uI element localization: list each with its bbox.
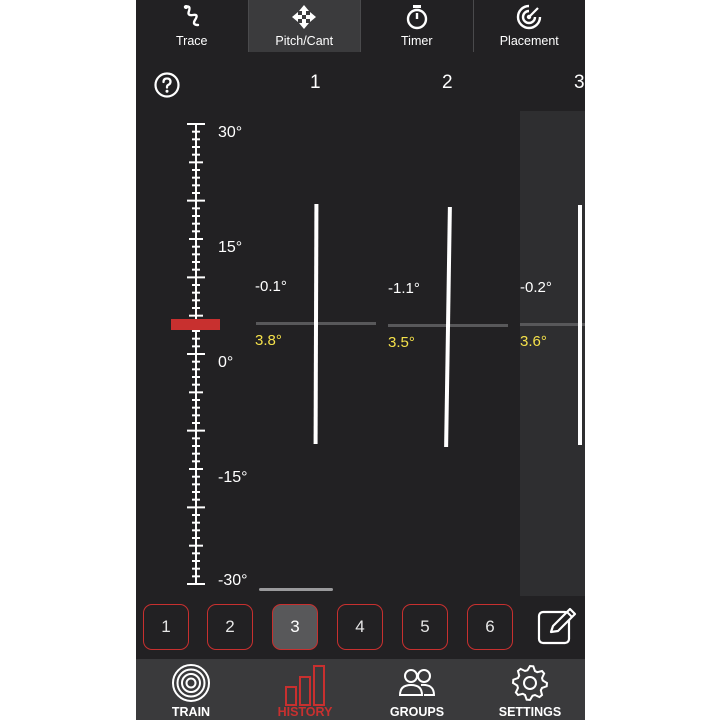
shot-button-5[interactable]: 5 [402,604,448,650]
nav-groups-label: GROUPS [389,705,445,719]
scroll-indicator[interactable] [259,588,333,591]
shot-button-3[interactable]: 3 [272,604,318,650]
scale-label-zero: 0° [218,354,234,371]
shot-button-1[interactable]: 1 [143,604,189,650]
nav-train-label: TRAIN [171,705,211,719]
shot-button-6[interactable]: 6 [467,604,513,650]
column-2-cant: 3.5° [388,334,415,351]
column-2-cant-line [444,206,452,448]
column-3-pitch: -0.2° [520,279,552,296]
column-1-cant-line [313,203,319,445]
column-2-header: 2 [442,72,453,93]
scale-label-bottom: -30° [218,572,248,589]
bottom-navigation: TRAIN HISTORY GROUPS SETTINGS [136,659,585,720]
column-1-header: 1 [310,72,321,93]
bar-chart-icon [285,665,325,706]
target-icon [172,664,210,702]
scale-label-upper: 15° [218,239,243,256]
placement-icon [517,4,542,30]
column-3-cant-line [578,205,582,445]
people-icon [398,669,436,696]
shot-button-4[interactable]: 4 [337,604,383,650]
stopwatch-icon [406,5,427,30]
shot-button-2[interactable]: 2 [207,604,253,650]
scale-label-top: 30° [218,124,243,141]
tab-pitch-cant-label: Pitch/Cant [275,34,334,48]
column-2-pitch: -1.1° [388,280,420,297]
angle-ruler [187,123,205,585]
app-screen: Trace Pitch/Cant Timer Placement 1 2 3 3… [136,0,585,720]
tab-placement-label: Placement [499,34,559,48]
tab-pitch-cant[interactable]: Pitch/Cant [247,0,360,52]
column-3-level-line [520,323,585,326]
pitch-marker [171,319,220,330]
move-arrows-icon [292,5,317,29]
column-3-header: 3 [574,72,585,93]
column-3-cant: 3.6° [520,333,547,350]
gear-icon [511,664,549,702]
edit-icon[interactable] [537,606,577,646]
tab-timer[interactable]: Timer [360,0,473,52]
tab-timer-label: Timer [401,34,433,48]
tab-placement[interactable]: Placement [472,0,586,52]
nav-settings-label: SETTINGS [498,705,562,719]
column-1-cant: 3.8° [255,332,282,349]
column-1-pitch: -0.1° [255,278,287,295]
scale-label-lower: -15° [218,469,248,486]
nav-history-label: HISTORY [277,705,333,719]
column-3-panel[interactable] [520,111,585,596]
